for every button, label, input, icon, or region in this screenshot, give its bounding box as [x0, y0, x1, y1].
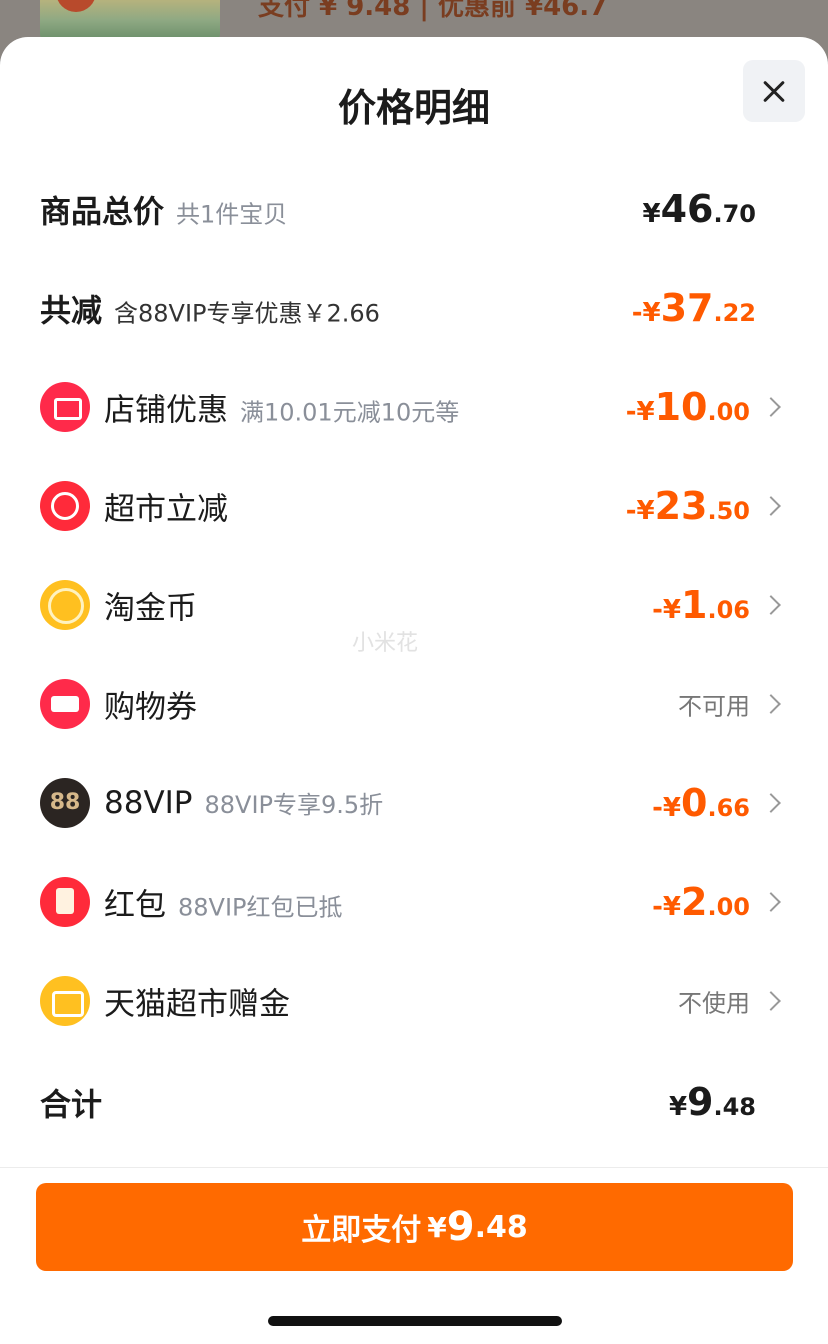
- brand-logo-icon: [56, 0, 96, 12]
- background-price-text: 支付 ¥ 9.48 | 优惠前 ¥46.7: [258, 0, 608, 22]
- chevron-right-icon: [761, 694, 781, 714]
- discount-total-amount: -¥37.22: [631, 286, 756, 330]
- watermark: 小米花: [352, 631, 419, 656]
- chevron-right-icon: [761, 397, 781, 417]
- item-label: 店铺优惠 满10.01元减10元等: [104, 392, 460, 429]
- item-label: 88VIP 88VIP专享9.5折: [104, 785, 384, 821]
- pay-now-button[interactable]: 立即支付 ¥9.48: [36, 1183, 793, 1271]
- supermarket-discount-icon: [40, 481, 90, 531]
- chevron-right-icon: [761, 892, 781, 912]
- item-label: 购物券: [104, 689, 197, 726]
- discount-total-label: 共减 含88VIP专享优惠￥2.66: [40, 293, 380, 330]
- item-label: 红包 88VIP红包已抵: [104, 887, 343, 924]
- goods-count: 共1件宝贝: [176, 200, 288, 229]
- grand-total-label: 合计: [40, 1087, 102, 1124]
- coupon-icon: [40, 679, 90, 729]
- home-indicator[interactable]: [268, 1316, 562, 1326]
- item-88vip[interactable]: 88 88VIP 88VIP专享9.5折 -¥0.66: [0, 755, 828, 851]
- item-tmall-gift-gold[interactable]: 天猫超市赠金 不使用: [0, 953, 828, 1049]
- red-packet-icon: [40, 877, 90, 927]
- item-amount: -¥23.50: [625, 484, 750, 528]
- chevron-right-icon: [761, 496, 781, 516]
- item-shop-discount[interactable]: 店铺优惠 满10.01元减10元等 -¥10.00: [0, 359, 828, 455]
- item-amount: -¥0.66: [652, 781, 750, 825]
- item-amount: -¥1.06: [652, 583, 750, 627]
- item-label: 淘金币: [104, 590, 197, 627]
- 88vip-icon: 88: [40, 778, 90, 828]
- item-label: 天猫超市赠金: [104, 986, 290, 1023]
- chevron-right-icon: [761, 991, 781, 1011]
- item-amount: -¥2.00: [652, 880, 750, 924]
- chevron-right-icon: [761, 793, 781, 813]
- sheet-title: 价格明细: [337, 86, 490, 130]
- divider: [0, 1167, 828, 1168]
- item-label: 超市立减: [104, 491, 228, 528]
- item-supermarket-discount[interactable]: 超市立减 -¥23.50: [0, 458, 828, 554]
- item-amount: -¥10.00: [625, 385, 750, 429]
- item-status: 不使用: [678, 989, 750, 1018]
- chevron-right-icon: [761, 595, 781, 615]
- gift-gold-icon: [40, 976, 90, 1026]
- goods-total-amount: ¥46.70: [642, 187, 757, 231]
- discount-total-row: 共减 含88VIP专享优惠￥2.66 -¥37.22: [0, 260, 828, 356]
- goods-total-row: 商品总价 共1件宝贝 ¥46.70: [0, 161, 828, 257]
- price-detail-sheet: 价格明细 商品总价 共1件宝贝 ¥46.70 共减 含88VIP专享优惠￥2.66 …: [0, 37, 828, 1344]
- vip-discount-note: 含88VIP专享优惠￥2.66: [114, 299, 380, 328]
- taojinbi-coin-icon: [40, 580, 90, 630]
- close-button[interactable]: [743, 60, 805, 122]
- shop-icon: [40, 382, 90, 432]
- item-red-packet[interactable]: 红包 88VIP红包已抵 -¥2.00: [0, 854, 828, 950]
- item-status: 不可用: [678, 692, 750, 721]
- grand-total-row: 合计 ¥9.48: [0, 1054, 828, 1150]
- product-thumbnail: [40, 0, 220, 40]
- item-coupon[interactable]: 购物券 不可用: [0, 656, 828, 752]
- goods-total-label: 商品总价 共1件宝贝: [40, 194, 288, 231]
- grand-total-amount: ¥9.48: [668, 1080, 756, 1124]
